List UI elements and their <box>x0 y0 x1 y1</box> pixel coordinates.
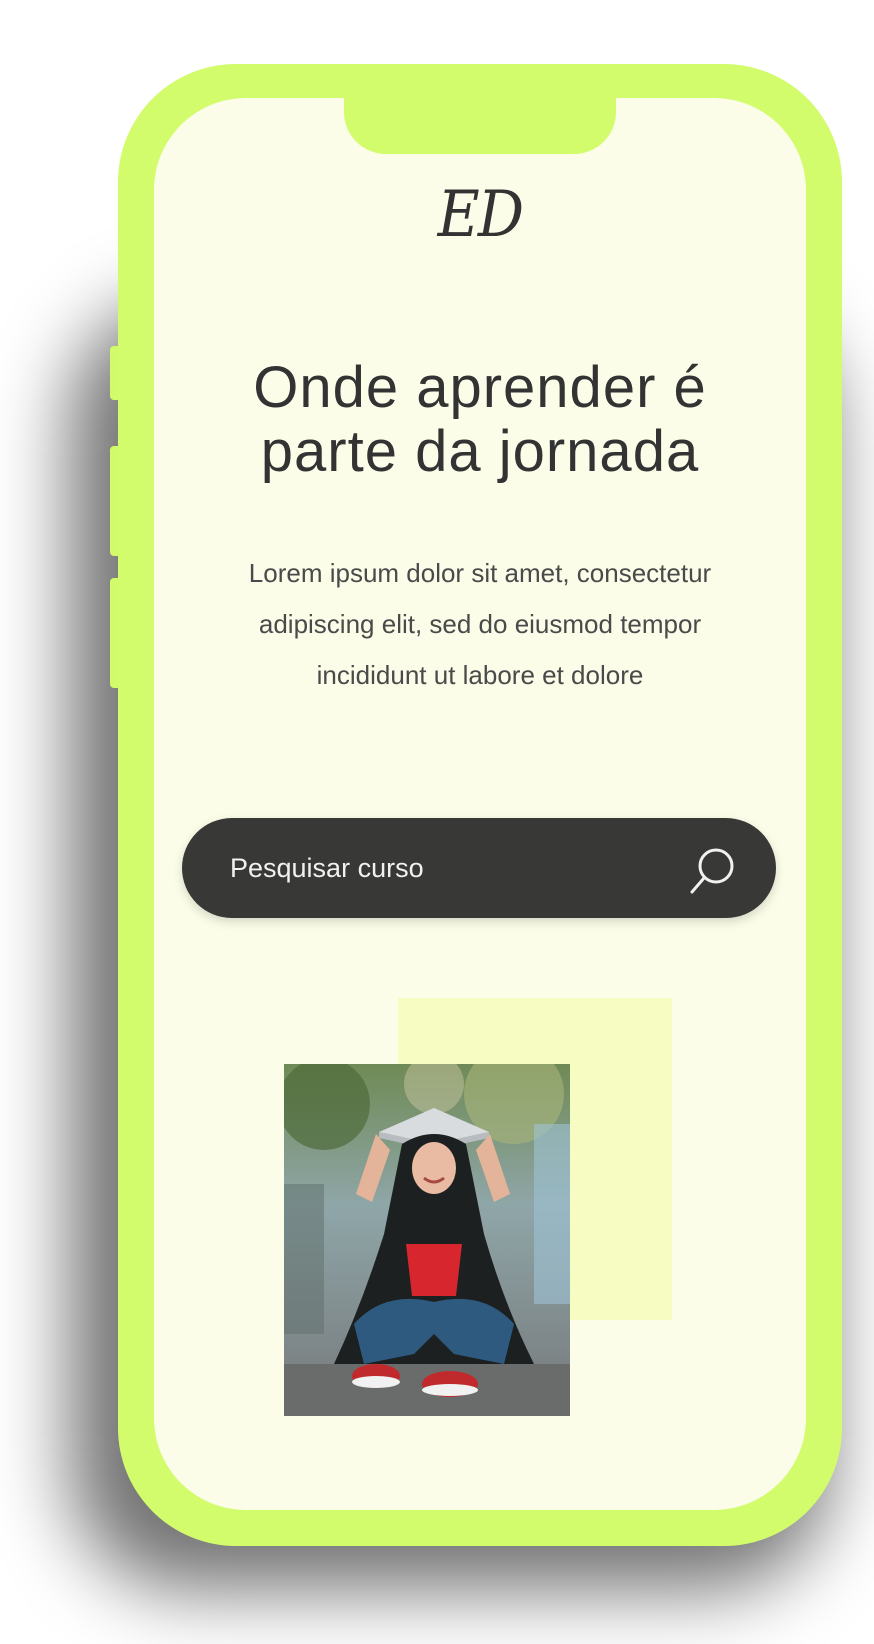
hero-photo-student <box>284 1064 570 1416</box>
phone-notch <box>344 98 616 154</box>
course-search-bar <box>182 818 776 918</box>
hero-description-line-3: incididunt ut labore et dolore <box>316 660 644 690</box>
hero-headline-line-1: Onde aprender é <box>253 355 707 420</box>
hero-headline-line-2: parte da jornada <box>260 419 700 484</box>
hero-description-line-1: Lorem ipsum dolor sit amet, consectetur <box>248 558 712 588</box>
course-search-input[interactable] <box>230 844 650 892</box>
hero-description-line-2: adipiscing elit, sed do eiusmod tempor <box>258 609 702 639</box>
brand-logo[interactable]: ED <box>187 178 774 252</box>
mockup-stage: ED Onde aprender é parte da jornada Lore… <box>0 0 874 1644</box>
hero-description: Lorem ipsum dolor sit amet, consectetur … <box>194 548 766 701</box>
phone-frame: ED Onde aprender é parte da jornada Lore… <box>118 64 842 1546</box>
phone-screen: ED Onde aprender é parte da jornada Lore… <box>154 98 806 1510</box>
search-icon[interactable] <box>686 842 742 898</box>
hero-headline: Onde aprender é parte da jornada <box>154 356 806 484</box>
